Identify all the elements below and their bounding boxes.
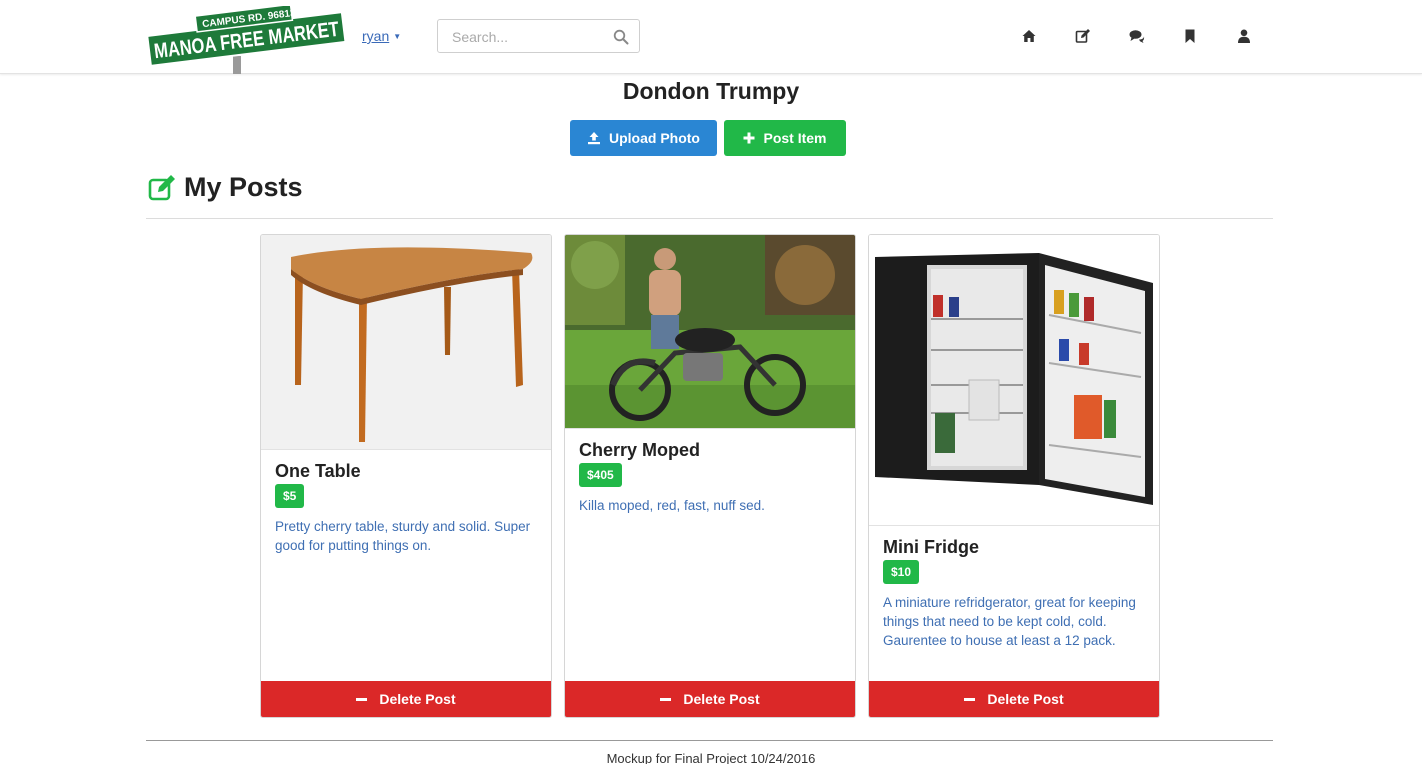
upload-icon [588, 132, 600, 145]
footer-divider [146, 740, 1273, 741]
post-title[interactable]: Cherry Moped [579, 440, 700, 461]
section-divider [146, 218, 1273, 219]
price-badge: $10 [883, 560, 920, 584]
price-badge: $405 [579, 463, 622, 487]
delete-post-button[interactable]: Delete Post [565, 681, 855, 717]
post-description: Killa moped, red, fast, nuff sed. [579, 498, 765, 513]
post-title[interactable]: Mini Fridge [883, 537, 979, 558]
post-description: A miniature refridgerator, great for kee… [883, 595, 1136, 648]
edit-icon[interactable] [1075, 28, 1091, 44]
section-title-text: My Posts [184, 172, 303, 202]
home-icon[interactable] [1021, 28, 1037, 44]
caret-down-icon: ▼ [393, 32, 402, 41]
comments-icon[interactable] [1129, 28, 1145, 44]
minus-icon [660, 697, 672, 701]
plus-icon [743, 132, 755, 144]
search-input[interactable]: Search... [437, 19, 640, 53]
delete-post-button[interactable]: Delete Post [261, 681, 551, 717]
post-image-table [261, 235, 551, 450]
post-card: Cherry Moped $405 Killa moped, red, fast… [564, 234, 856, 718]
post-image-moped [565, 235, 855, 429]
footer-text: Mockup for Final Project 10/24/2016 [606, 751, 816, 764]
user-dropdown[interactable]: ryan ▼ [362, 28, 401, 44]
post-image-fridge [869, 235, 1159, 526]
navbar: CAMPUS RD. 96813 MANOA FREE MARKET ryan ▼… [0, 0, 1422, 74]
user-name: ryan [362, 28, 390, 44]
delete-post-button[interactable]: Delete Post [869, 681, 1159, 717]
price-badge: $5 [275, 484, 305, 508]
post-description: Pretty cherry table, sturdy and solid. S… [275, 519, 531, 553]
profile-name: Dondon Trumpy [622, 78, 800, 104]
post-card: Mini Fridge $10 A miniature refridgerato… [868, 234, 1160, 718]
post-item-label: Post Item [763, 130, 827, 146]
delete-post-label: Delete Post [987, 691, 1064, 707]
search-placeholder: Search... [452, 29, 509, 45]
post-card: One Table $5 Pretty cherry table, sturdy… [260, 234, 552, 718]
post-item-button[interactable]: Post Item [724, 120, 846, 156]
user-icon[interactable] [1236, 28, 1252, 44]
section-title-my-posts: My Posts [148, 172, 303, 203]
upload-photo-button[interactable]: Upload Photo [570, 120, 717, 156]
manoa-free-market-logo[interactable]: CAMPUS RD. 96813 MANOA FREE MARKET [146, 6, 348, 74]
edit-icon [148, 174, 175, 200]
post-title[interactable]: One Table [275, 461, 361, 482]
minus-icon [964, 697, 976, 701]
delete-post-label: Delete Post [379, 691, 456, 707]
bookmark-icon[interactable] [1182, 28, 1198, 44]
delete-post-label: Delete Post [683, 691, 760, 707]
minus-icon [356, 697, 368, 701]
search-icon[interactable] [613, 29, 629, 45]
upload-photo-label: Upload Photo [609, 130, 700, 146]
